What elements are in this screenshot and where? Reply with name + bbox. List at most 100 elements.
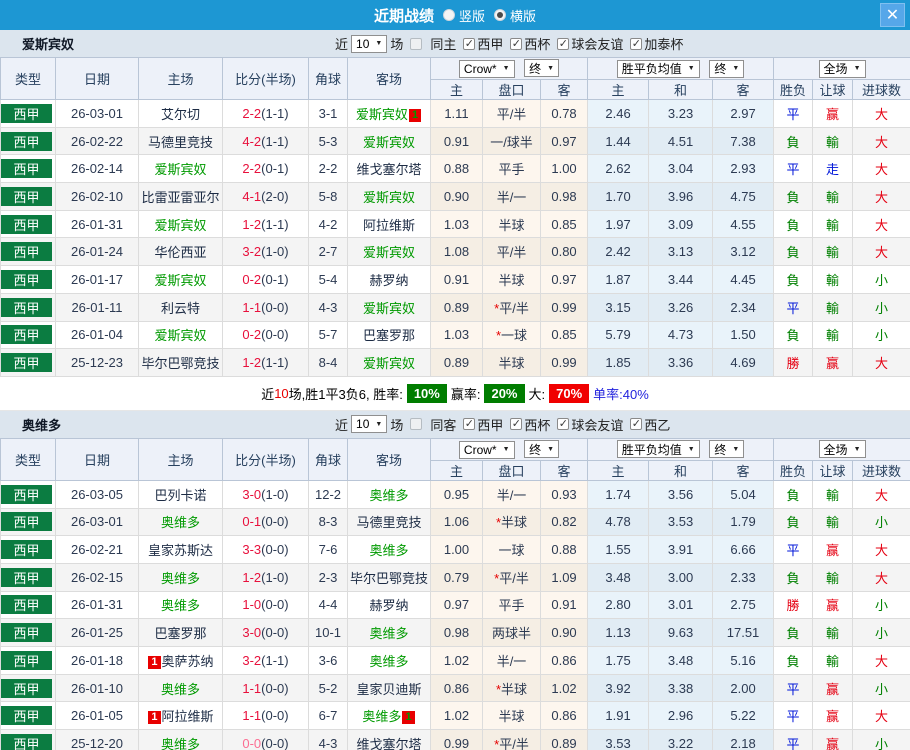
league-cell: 西甲	[0, 182, 56, 211]
away-team-cell[interactable]: 巴塞罗那	[347, 320, 431, 350]
away-team-name: 赫罗纳	[369, 598, 409, 614]
away-team-cell[interactable]: 维戈塞尔塔	[347, 729, 431, 750]
sub-handicap-result: 让球	[812, 459, 854, 481]
filter-checkbox-西甲[interactable]: ✓ 西甲	[463, 34, 503, 53]
odds-away-cell: 5.16	[712, 646, 775, 675]
result-text: 負	[786, 245, 800, 261]
date-cell: 26-03-01	[55, 507, 139, 537]
home-team-cell[interactable]: 艾尔切	[138, 99, 223, 128]
home-team-cell[interactable]: 奥维多	[138, 673, 223, 703]
away-team-cell[interactable]: 爱斯宾奴 1	[347, 99, 431, 128]
away-team-cell[interactable]: 爱斯宾奴	[347, 182, 431, 211]
date-cell: 26-02-22	[55, 126, 139, 156]
home-team-cell[interactable]: 奥维多	[138, 590, 223, 620]
avg-odds-select[interactable]: 胜平负均值 ▼	[616, 440, 700, 459]
league-cell: 西甲	[0, 618, 56, 647]
home-team-cell[interactable]: 奥维多	[138, 562, 223, 592]
home-team-cell[interactable]: 爱斯宾奴	[138, 265, 223, 294]
fulltime-select[interactable]: 全场 ▼	[818, 440, 866, 459]
recent-count-select[interactable]: 10 ▼	[351, 415, 388, 434]
away-team-cell[interactable]: 马德里竞技	[347, 507, 431, 537]
result-text: 大	[875, 217, 889, 233]
result-text: 輸	[826, 626, 840, 642]
final-line-select[interactable]: 终 ▼	[524, 59, 560, 78]
sub-lose: 客	[712, 79, 775, 100]
result-text: 平	[786, 162, 800, 178]
away-team-cell[interactable]: 皇家贝迪斯	[347, 673, 431, 703]
radio-horizontal-layout[interactable]: 横版	[494, 6, 536, 25]
result-text: 輸	[826, 217, 840, 233]
home-team-name: 巴列卡诺	[154, 487, 207, 503]
final-odds-select[interactable]: 终 ▼	[709, 440, 745, 459]
filter-checkbox-西乙[interactable]: ✓ 西乙	[630, 415, 670, 434]
wdl-result-cell: 平	[773, 729, 814, 750]
filter-checkbox-同客[interactable]: 同客	[410, 415, 456, 434]
goals-result-cell: 大	[852, 99, 910, 128]
filter-checkbox-西杯[interactable]: ✓ 西杯	[510, 34, 550, 53]
filter-checkbox-同主[interactable]: 同主	[410, 34, 456, 53]
odds-away-cell: 3.12	[712, 237, 775, 267]
corner-cell: 4-3	[308, 729, 348, 750]
away-team-cell[interactable]: 奥维多	[347, 646, 431, 675]
home-team-cell[interactable]: 华伦西亚	[138, 237, 223, 267]
odds-away-cell: 2.97	[712, 99, 775, 128]
sub-win: 主	[587, 79, 650, 100]
sub-wdl: 胜负	[773, 459, 814, 481]
home-team-cell[interactable]: 爱斯宾奴	[138, 320, 223, 350]
home-team-cell[interactable]: 1 奥萨苏纳	[138, 646, 223, 675]
home-team-cell[interactable]: 1 阿拉维斯	[138, 701, 223, 731]
away-team-cell[interactable]: 爱斯宾奴	[347, 126, 431, 156]
score-cell: 1-0(0-0)	[222, 590, 309, 620]
radio-vertical-layout[interactable]: 竖版	[442, 6, 485, 25]
bookmaker-select[interactable]: Crow* ▼	[458, 59, 515, 78]
home-team-cell[interactable]: 马德里竞技	[138, 126, 223, 156]
home-team-cell[interactable]: 皇家苏斯达	[138, 535, 223, 564]
away-team-cell[interactable]: 奥维多 1	[347, 701, 431, 731]
filter-checkbox-球会友谊[interactable]: ✓ 球会友谊	[557, 415, 623, 434]
home-team-cell[interactable]: 巴列卡诺	[138, 479, 223, 509]
away-team-cell[interactable]: 爱斯宾奴	[347, 292, 431, 322]
away-team-cell[interactable]: 赫罗纳	[347, 265, 431, 294]
recent-count-select[interactable]: 10 ▼	[351, 34, 388, 53]
wdl-result-cell: 平	[773, 154, 814, 184]
result-text: 赢	[826, 598, 840, 614]
final-odds-select[interactable]: 终 ▼	[709, 59, 745, 78]
home-team-cell[interactable]: 爱斯宾奴	[138, 209, 223, 239]
filter-checkbox-西杯[interactable]: ✓ 西杯	[510, 415, 550, 434]
result-text: 平	[786, 681, 800, 697]
corner-cell: 4-4	[308, 590, 348, 620]
fulltime-select[interactable]: 全场 ▼	[818, 59, 866, 78]
home-team-cell[interactable]: 比雷亚雷亚尔	[138, 182, 223, 211]
home-team-cell[interactable]: 奥维多	[138, 507, 223, 537]
filter-checkbox-球会友谊[interactable]: ✓ 球会友谊	[557, 34, 623, 53]
chevron-down-icon: ▼	[687, 445, 695, 453]
away-team-cell[interactable]: 赫罗纳	[347, 590, 431, 620]
home-team-cell[interactable]: 毕尔巴鄂竞技	[138, 348, 223, 377]
home-team-cell[interactable]: 巴塞罗那	[138, 618, 223, 647]
avg-odds-select[interactable]: 胜平负均值 ▼	[616, 59, 700, 78]
away-team-cell[interactable]: 阿拉维斯	[347, 209, 431, 239]
filter-checkbox-加泰杯[interactable]: ✓ 加泰杯	[630, 34, 683, 53]
away-team-cell[interactable]: 奥维多	[347, 479, 431, 509]
handicap-away-odds-cell: 1.00	[539, 154, 589, 184]
final-line-select[interactable]: 终 ▼	[524, 440, 560, 459]
team-name: 奥维多	[22, 417, 62, 433]
odds-away-cell: 2.33	[712, 562, 775, 592]
handicap-away-odds-cell: 1.02	[539, 673, 589, 703]
checkbox-label: 西甲	[477, 37, 504, 52]
away-team-cell[interactable]: 奥维多	[347, 535, 431, 564]
away-team-cell[interactable]: 爱斯宾奴	[347, 348, 431, 377]
handicap-line-cell: 一球	[482, 535, 541, 564]
away-team-cell[interactable]: 毕尔巴鄂竞技	[347, 562, 431, 592]
close-button[interactable]: ✕	[880, 3, 905, 27]
home-team-cell[interactable]: 奥维多	[138, 729, 223, 750]
home-team-cell[interactable]: 爱斯宾奴	[138, 154, 223, 184]
titlebar: 近期战绩 竖版 横版 ✕	[0, 0, 910, 30]
bookmaker-select[interactable]: Crow* ▼	[458, 440, 515, 459]
result-text: 大	[875, 543, 889, 559]
away-team-cell[interactable]: 爱斯宾奴	[347, 237, 431, 267]
away-team-cell[interactable]: 奥维多	[347, 618, 431, 647]
home-team-cell[interactable]: 利云特	[138, 292, 223, 322]
away-team-cell[interactable]: 维戈塞尔塔	[347, 154, 431, 184]
filter-checkbox-西甲[interactable]: ✓ 西甲	[463, 415, 503, 434]
